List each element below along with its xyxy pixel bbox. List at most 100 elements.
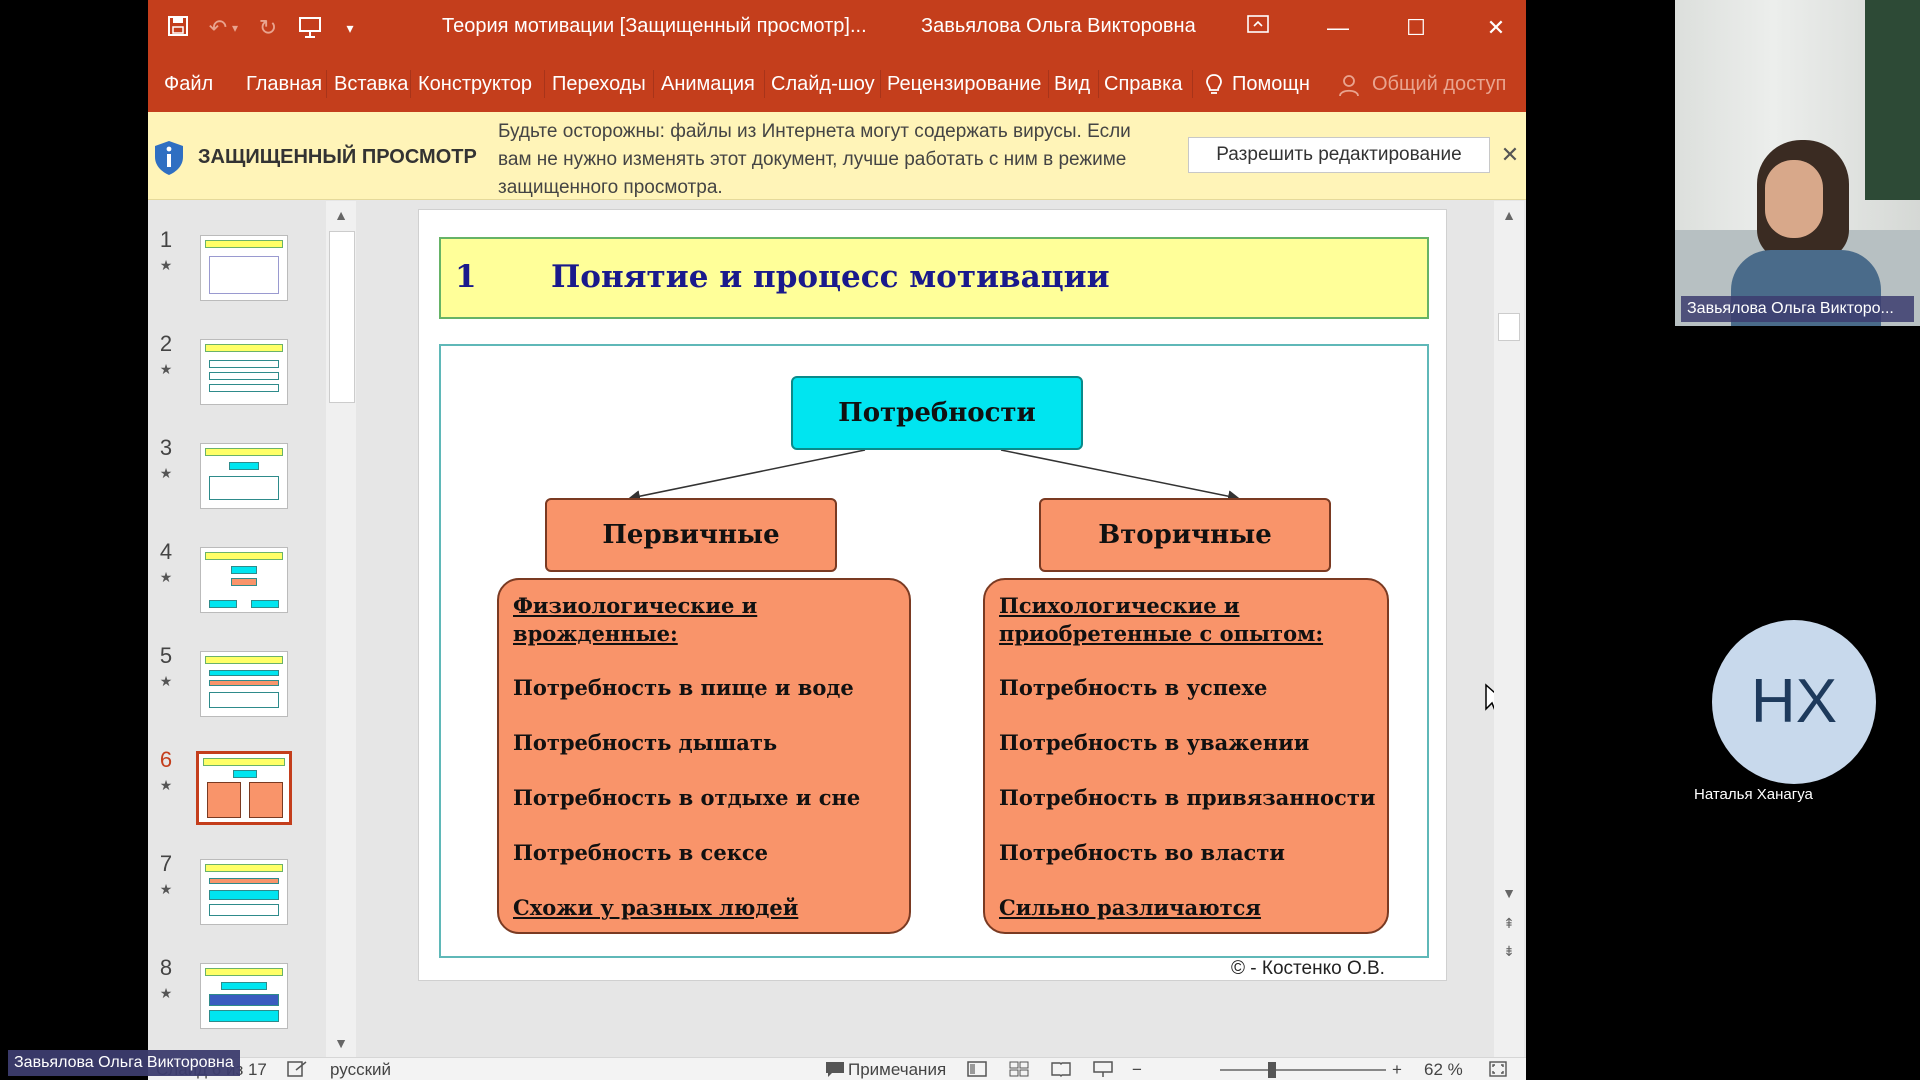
animation-star-icon: ★ bbox=[159, 465, 173, 481]
thumbnail-number: 5 bbox=[159, 643, 173, 668]
notes-button[interactable]: Примечания bbox=[848, 1060, 946, 1080]
thumb-content bbox=[209, 890, 279, 900]
tab-separator bbox=[1048, 70, 1049, 98]
thumb-content bbox=[231, 578, 257, 586]
active-speaker-label: Завьялова Ольга Викторовна bbox=[8, 1050, 240, 1076]
tab-home[interactable]: Главная bbox=[246, 73, 322, 96]
zoom-slider[interactable] bbox=[1220, 1069, 1386, 1071]
fit-to-window-icon[interactable] bbox=[1488, 1060, 1508, 1080]
minimize-icon[interactable]: — bbox=[1318, 10, 1358, 46]
list-item: Потребность в отдыхе и сне bbox=[513, 785, 861, 810]
participant-video-tile[interactable]: Завьялова Ольга Викторо... bbox=[1675, 0, 1920, 326]
lightbulb-icon[interactable] bbox=[1204, 73, 1224, 103]
slide-thumbnail-8[interactable] bbox=[200, 963, 288, 1029]
slide-thumbnail-2[interactable] bbox=[200, 339, 288, 405]
thumb-content bbox=[231, 566, 257, 574]
list-item: Потребность в уважении bbox=[999, 730, 1310, 755]
participant-avatar[interactable]: НХ bbox=[1712, 620, 1876, 784]
tab-insert[interactable]: Вставка bbox=[334, 73, 408, 96]
scroll-up-icon[interactable]: ▲ bbox=[326, 203, 356, 227]
ribbon-display-icon[interactable] bbox=[1238, 10, 1278, 46]
thumbnail-number: 2 bbox=[159, 331, 173, 356]
slide-canvas[interactable]: 1 Понятие и процесс мотивации Потребност… bbox=[418, 209, 1447, 981]
share-icon[interactable] bbox=[1338, 73, 1360, 103]
list-item: Потребность дышать bbox=[513, 730, 778, 755]
undo-dropdown-icon[interactable]: ▾ bbox=[228, 14, 242, 42]
thumb-title-band bbox=[205, 864, 283, 872]
scrollbar-thumb[interactable] bbox=[329, 231, 355, 403]
thumb-content bbox=[209, 670, 279, 676]
slide-thumbnail-3[interactable] bbox=[200, 443, 288, 509]
reading-view-icon[interactable] bbox=[1050, 1060, 1072, 1080]
slide-thumbnail-6[interactable] bbox=[196, 751, 292, 825]
zoom-level[interactable]: 62 % bbox=[1424, 1060, 1463, 1080]
tell-me-button[interactable]: Помощн bbox=[1232, 73, 1310, 96]
slide-title: Понятие и процесс мотивации bbox=[551, 259, 1110, 295]
secondary-needs-list: Психологические и приобретенные с опытом… bbox=[983, 578, 1389, 934]
list-item: Потребность во власти bbox=[999, 840, 1285, 865]
thumb-title-band bbox=[205, 448, 283, 456]
list-item: Потребность в сексе bbox=[513, 840, 769, 865]
account-name[interactable]: Завьялова Ольга Викторовна bbox=[921, 15, 1196, 38]
tab-review[interactable]: Рецензирование bbox=[887, 73, 1047, 96]
animation-star-icon: ★ bbox=[159, 673, 173, 689]
slide-thumbnail-4[interactable] bbox=[200, 547, 288, 613]
share-button[interactable]: Общий доступ bbox=[1372, 73, 1506, 96]
slide-copyright: © - Костенко О.В. bbox=[1231, 958, 1385, 979]
slide-section-number: 1 bbox=[455, 259, 477, 295]
maximize-icon[interactable]: ☐ bbox=[1396, 10, 1436, 46]
previous-slide-icon[interactable]: ⇞ bbox=[1494, 911, 1524, 935]
tab-transitions[interactable]: Переходы bbox=[552, 73, 646, 96]
primary-needs-box: Первичные bbox=[545, 498, 837, 572]
zoom-in-icon[interactable]: + bbox=[1392, 1060, 1402, 1080]
enable-editing-button[interactable]: Разрешить редактирование bbox=[1188, 137, 1490, 173]
slide-sorter-icon[interactable] bbox=[1008, 1060, 1030, 1080]
close-window-icon[interactable]: ✕ bbox=[1476, 10, 1516, 46]
close-icon[interactable]: ✕ bbox=[1498, 140, 1522, 170]
scroll-down-icon[interactable]: ▼ bbox=[1494, 881, 1524, 905]
thumb-content bbox=[209, 360, 279, 368]
normal-view-icon[interactable] bbox=[966, 1060, 988, 1080]
slide-title-band: 1 Понятие и процесс мотивации bbox=[439, 237, 1429, 319]
redo-icon[interactable]: ↻ bbox=[254, 14, 282, 42]
needs-diagram: Потребности Первичные Вторичные Физиолог… bbox=[439, 344, 1429, 958]
scroll-down-icon[interactable]: ▼ bbox=[326, 1031, 356, 1055]
thumb-title-band bbox=[205, 552, 283, 560]
thumb-title-band bbox=[205, 344, 283, 352]
video-background bbox=[1865, 0, 1920, 200]
language-indicator[interactable]: русский bbox=[330, 1060, 391, 1080]
needs-root-box: Потребности bbox=[791, 376, 1083, 450]
tab-animations[interactable]: Анимация bbox=[661, 73, 755, 96]
thumb-content bbox=[207, 782, 241, 818]
save-icon[interactable] bbox=[164, 14, 192, 42]
scroll-up-icon[interactable]: ▲ bbox=[1494, 203, 1524, 227]
thumbnail-scrollbar[interactable]: ▲ ▼ bbox=[326, 201, 356, 1057]
ribbon-tabs: Файл Главная Вставка Конструктор Переход… bbox=[148, 56, 1526, 112]
spellcheck-icon[interactable] bbox=[286, 1060, 308, 1080]
thumb-content bbox=[209, 384, 279, 392]
next-slide-icon[interactable]: ⇟ bbox=[1494, 939, 1524, 963]
tab-help[interactable]: Справка bbox=[1104, 73, 1182, 96]
zoom-out-icon[interactable]: − bbox=[1132, 1060, 1142, 1080]
thumb-content bbox=[209, 680, 279, 686]
slide-scrollbar[interactable]: ▲ ▼ ⇞ ⇟ bbox=[1494, 201, 1524, 1057]
tab-file[interactable]: Файл bbox=[164, 73, 213, 96]
tab-view[interactable]: Вид bbox=[1054, 73, 1090, 96]
slide-thumbnail-7[interactable] bbox=[200, 859, 288, 925]
slide-thumbnail-5[interactable] bbox=[200, 651, 288, 717]
zoom-slider-knob[interactable] bbox=[1268, 1062, 1276, 1078]
slide-thumbnail-1[interactable] bbox=[200, 235, 288, 301]
tab-separator bbox=[880, 70, 881, 98]
protected-view-bar: ЗАЩИЩЕННЫЙ ПРОСМОТР Будьте осторожны: фа… bbox=[148, 112, 1526, 200]
thumb-content bbox=[209, 692, 279, 708]
thumb-content bbox=[209, 904, 279, 916]
thumb-title-band bbox=[205, 656, 283, 664]
tab-slideshow[interactable]: Слайд-шоу bbox=[771, 73, 875, 96]
slideshow-view-icon[interactable] bbox=[1092, 1060, 1114, 1080]
thumbnail-number: 8 bbox=[159, 955, 173, 980]
tab-design[interactable]: Конструктор bbox=[418, 73, 532, 96]
presentation-icon[interactable] bbox=[296, 14, 324, 42]
customize-toolbar-icon[interactable]: ▾ bbox=[336, 14, 364, 42]
scrollbar-thumb[interactable] bbox=[1498, 313, 1520, 341]
notes-icon[interactable] bbox=[824, 1060, 846, 1080]
